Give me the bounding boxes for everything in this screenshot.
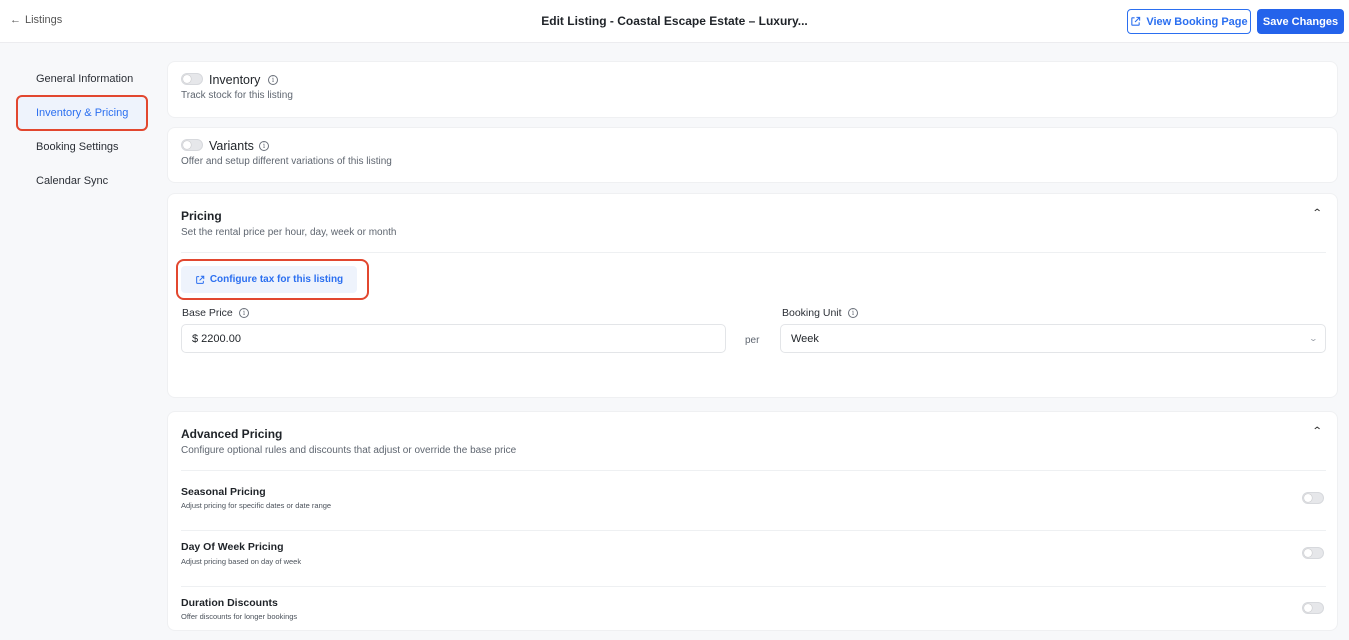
variants-subtitle: Offer and setup different variations of …: [181, 156, 392, 167]
back-link-label: Listings: [25, 14, 63, 26]
sidebar-item-calendar-sync[interactable]: Calendar Sync: [36, 175, 108, 187]
top-bar: ← Listings Edit Listing - Coastal Escape…: [0, 0, 1349, 43]
divider: [181, 530, 1326, 531]
day-of-week-pricing-subtitle: Adjust pricing based on day of week: [181, 557, 302, 566]
configure-tax-button[interactable]: Configure tax for this listing: [181, 266, 357, 293]
day-of-week-pricing-toggle[interactable]: [1302, 547, 1324, 559]
variants-card: [167, 127, 1338, 183]
divider: [181, 586, 1326, 587]
arrow-left-icon: ←: [10, 14, 21, 26]
pricing-subtitle: Set the rental price per hour, day, week…: [181, 227, 397, 238]
info-icon[interactable]: i: [239, 308, 249, 318]
info-icon[interactable]: i: [259, 141, 269, 151]
seasonal-pricing-subtitle: Adjust pricing for specific dates or dat…: [181, 501, 332, 510]
back-to-listings-link[interactable]: ← Listings: [10, 14, 62, 26]
duration-discounts-title: Duration Discounts: [181, 597, 278, 609]
per-label: per: [745, 335, 760, 346]
variants-title: Variants: [209, 139, 254, 153]
info-icon[interactable]: i: [268, 75, 278, 85]
sidebar-item-booking-settings[interactable]: Booking Settings: [36, 141, 119, 153]
sidebar-item-general-information[interactable]: General Information: [36, 73, 133, 85]
view-booking-page-button[interactable]: View Booking Page: [1127, 9, 1251, 34]
divider: [181, 470, 1326, 471]
advanced-pricing-title: Advanced Pricing: [181, 427, 283, 441]
chevron-up-icon[interactable]: ⌃: [1312, 426, 1323, 437]
day-of-week-pricing-title: Day Of Week Pricing: [181, 541, 284, 553]
duration-discounts-toggle[interactable]: [1302, 602, 1324, 614]
inventory-card: [167, 61, 1338, 118]
external-link-icon: [195, 275, 205, 284]
advanced-pricing-card: [167, 411, 1338, 631]
advanced-pricing-subtitle: Configure optional rules and discounts t…: [181, 445, 517, 456]
sidebar-item-inventory-pricing[interactable]: Inventory & Pricing: [36, 107, 128, 119]
inventory-title: Inventory: [209, 73, 261, 87]
booking-unit-label: Booking Unit: [782, 307, 842, 319]
info-icon[interactable]: i: [848, 308, 858, 318]
seasonal-pricing-title: Seasonal Pricing: [181, 486, 266, 498]
booking-unit-value: Week: [791, 332, 819, 345]
configure-tax-label: Configure tax for this listing: [209, 274, 344, 285]
chevron-down-icon: ⌄: [1308, 334, 1319, 343]
duration-discounts-subtitle: Offer discounts for longer bookings: [181, 612, 298, 621]
save-changes-button[interactable]: Save Changes: [1257, 9, 1344, 34]
divider: [181, 252, 1326, 253]
seasonal-pricing-toggle[interactable]: [1302, 492, 1324, 504]
pricing-title: Pricing: [181, 209, 222, 223]
chevron-up-icon[interactable]: ⌃: [1312, 208, 1323, 219]
base-price-input[interactable]: $ 2200.00: [181, 324, 726, 353]
inventory-toggle[interactable]: [181, 73, 203, 85]
inventory-subtitle: Track stock for this listing: [181, 90, 293, 101]
view-booking-page-label: View Booking Page: [1146, 15, 1248, 28]
booking-unit-select[interactable]: Week ⌄: [780, 324, 1326, 353]
base-price-label: Base Price: [182, 307, 233, 319]
variants-toggle[interactable]: [181, 139, 203, 151]
external-link-icon: [1131, 16, 1141, 26]
